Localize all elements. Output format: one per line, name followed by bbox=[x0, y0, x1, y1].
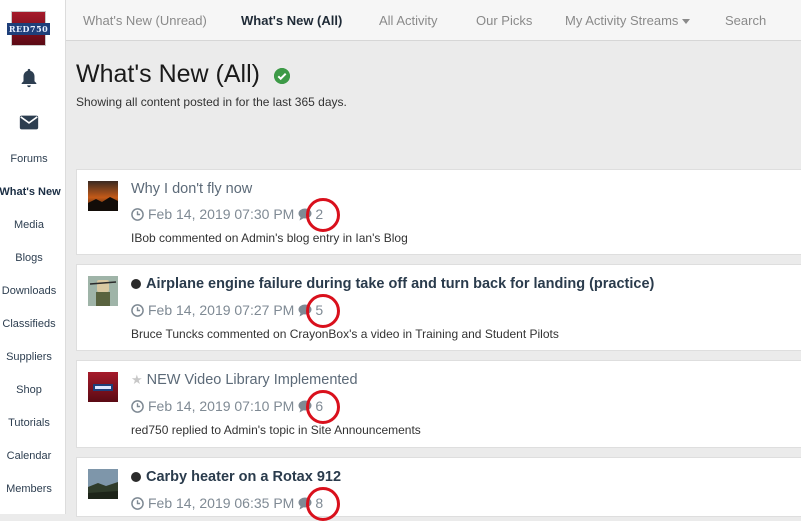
item-date: Feb 14, 2019 07:10 PM bbox=[148, 398, 295, 414]
sidebar-item-downloads[interactable]: Downloads bbox=[0, 284, 58, 298]
caret-down-icon bbox=[682, 19, 691, 25]
sidebar-item-whats-new[interactable]: What's New bbox=[0, 185, 66, 199]
item-title-text: Carby heater on a Rotax 912 bbox=[146, 469, 342, 485]
item-description: IBob commented on Admin's blog entry in … bbox=[131, 231, 408, 245]
avatar[interactable] bbox=[88, 181, 118, 211]
item-title-text: NEW Video Library Implemented bbox=[146, 372, 358, 388]
item-description: Bruce Tuncks commented on CrayonBox's a … bbox=[131, 327, 559, 341]
highlight-ring bbox=[306, 198, 341, 232]
verified-check-icon bbox=[274, 68, 290, 84]
item-title-link[interactable]: ★ NEW Video Library Implemented bbox=[131, 372, 358, 388]
highlight-ring bbox=[306, 294, 341, 328]
sidebar-item-classifieds[interactable]: Classifieds bbox=[0, 317, 58, 331]
clock-icon bbox=[131, 207, 144, 221]
item-date: Feb 14, 2019 07:27 PM bbox=[148, 302, 295, 318]
avatar[interactable] bbox=[88, 276, 118, 306]
sidebar-item-calendar[interactable]: Calendar bbox=[0, 449, 58, 463]
sidebar-item-suppliers[interactable]: Suppliers bbox=[0, 350, 58, 364]
tab-search[interactable]: Search bbox=[725, 13, 766, 28]
clock-icon bbox=[131, 399, 144, 413]
sidebar-item-shop[interactable]: Shop bbox=[0, 383, 58, 397]
item-meta: Feb 14, 2019 07:30 PM 2 bbox=[131, 198, 341, 232]
feed-item: Airplane engine failure during take off … bbox=[76, 264, 801, 351]
envelope-icon[interactable] bbox=[18, 111, 40, 133]
highlight-ring bbox=[306, 487, 341, 521]
item-meta: Feb 14, 2019 07:10 PM 6 bbox=[131, 390, 341, 424]
sidebar-item-forums[interactable]: Forums bbox=[0, 152, 58, 166]
avatar[interactable] bbox=[88, 469, 118, 499]
highlight-ring bbox=[306, 390, 341, 424]
feed-item: Why I don't fly now Feb 14, 2019 07:30 P… bbox=[76, 169, 801, 255]
unread-dot-icon bbox=[131, 472, 141, 482]
tab-my-activity-streams-label: My Activity Streams bbox=[565, 13, 679, 28]
item-meta: Feb 14, 2019 06:35 PM 8 bbox=[131, 487, 341, 521]
tab-whats-new-unread[interactable]: What's New (Unread) bbox=[83, 13, 207, 28]
top-navigation: What's New (Unread) What's New (All) All… bbox=[66, 0, 801, 41]
page-subtitle: Showing all content posted in for the la… bbox=[76, 95, 347, 109]
item-date: Feb 14, 2019 06:35 PM bbox=[148, 495, 295, 511]
feed-item: Carby heater on a Rotax 912 Feb 14, 2019… bbox=[76, 457, 801, 521]
item-title-link[interactable]: Why I don't fly now bbox=[131, 181, 252, 197]
sidebar-item-members[interactable]: Members bbox=[0, 482, 58, 496]
item-title-link[interactable]: Airplane engine failure during take off … bbox=[131, 276, 654, 292]
page-title: What's New (All) bbox=[76, 60, 260, 88]
bell-icon[interactable] bbox=[18, 67, 40, 89]
sidebar-item-tutorials[interactable]: Tutorials bbox=[0, 416, 58, 430]
clock-icon bbox=[131, 496, 144, 510]
item-meta: Feb 14, 2019 07:27 PM 5 bbox=[131, 294, 341, 328]
sidebar: RED750 Forums What's New Media Blogs Dow… bbox=[0, 0, 66, 514]
site-logo[interactable]: RED750 bbox=[6, 11, 51, 46]
item-description: red750 replied to Admin's topic in Site … bbox=[131, 423, 421, 437]
item-title-link[interactable]: Carby heater on a Rotax 912 bbox=[131, 469, 341, 485]
item-title-text: Airplane engine failure during take off … bbox=[146, 276, 655, 292]
item-date: Feb 14, 2019 07:30 PM bbox=[148, 206, 295, 222]
tab-whats-new-all[interactable]: What's New (All) bbox=[241, 13, 342, 28]
logo-text: RED750 bbox=[6, 22, 51, 35]
unread-dot-icon bbox=[131, 279, 141, 289]
tab-my-activity-streams[interactable]: My Activity Streams bbox=[565, 13, 691, 28]
tab-our-picks[interactable]: Our Picks bbox=[476, 13, 532, 28]
avatar[interactable] bbox=[88, 372, 118, 402]
clock-icon bbox=[131, 303, 144, 317]
tab-all-activity[interactable]: All Activity bbox=[379, 13, 438, 28]
sidebar-item-blogs[interactable]: Blogs bbox=[0, 251, 58, 265]
star-icon[interactable]: ★ bbox=[131, 372, 143, 387]
feed-item: ★ NEW Video Library Implemented Feb 14, 2… bbox=[76, 360, 801, 448]
sidebar-item-media[interactable]: Media bbox=[0, 218, 58, 232]
